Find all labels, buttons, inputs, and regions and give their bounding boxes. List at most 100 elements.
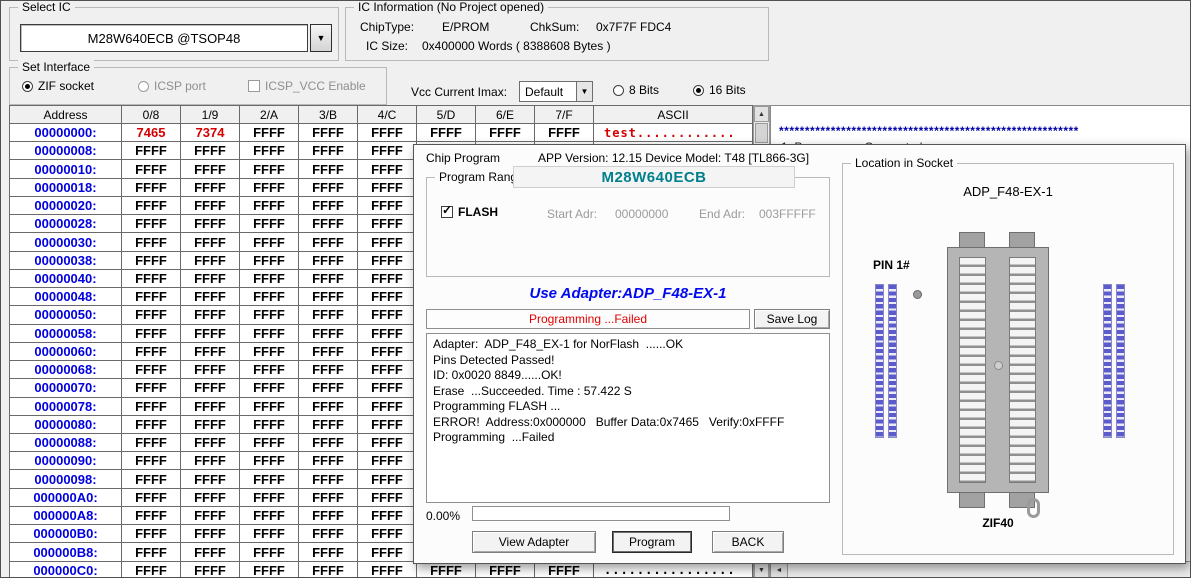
hex-cell[interactable]: FFFF — [240, 361, 299, 379]
hex-address[interactable]: 00000098: — [10, 470, 122, 488]
hex-cell[interactable]: FFFF — [122, 215, 181, 233]
hex-cell[interactable]: 7465 — [122, 124, 181, 142]
hex-cell[interactable]: FFFF — [240, 416, 299, 434]
hex-cell[interactable]: FFFF — [181, 142, 240, 160]
hex-cell[interactable]: FFFF — [358, 288, 417, 306]
hex-cell[interactable]: FFFF — [358, 434, 417, 452]
hex-cell[interactable]: FFFF — [122, 470, 181, 488]
hex-cell[interactable]: FFFF — [122, 252, 181, 270]
hex-cell[interactable]: FFFF — [181, 452, 240, 470]
hex-cell[interactable]: FFFF — [240, 124, 299, 142]
hex-cell[interactable]: FFFF — [181, 306, 240, 324]
hex-cell[interactable]: FFFF — [476, 124, 535, 142]
hex-cell[interactable]: FFFF — [299, 306, 358, 324]
hex-cell[interactable]: FFFF — [358, 398, 417, 416]
hex-address[interactable]: 00000020: — [10, 197, 122, 215]
hex-cell[interactable]: 7374 — [181, 124, 240, 142]
hex-cell[interactable]: FFFF — [181, 379, 240, 397]
hex-cell[interactable]: FFFF — [358, 252, 417, 270]
hex-cell[interactable]: FFFF — [122, 197, 181, 215]
hex-cell[interactable]: FFFF — [181, 343, 240, 361]
hex-address[interactable]: 00000070: — [10, 379, 122, 397]
hex-cell[interactable]: FFFF — [358, 179, 417, 197]
hex-cell[interactable]: FFFF — [299, 288, 358, 306]
hex-cell[interactable]: FFFF — [299, 489, 358, 507]
hex-cell[interactable]: FFFF — [122, 343, 181, 361]
hex-cell[interactable]: FFFF — [535, 124, 594, 142]
hex-cell[interactable]: FFFF — [358, 124, 417, 142]
hex-cell[interactable]: FFFF — [299, 470, 358, 488]
hex-cell[interactable]: FFFF — [358, 470, 417, 488]
hex-cell[interactable]: FFFF — [240, 379, 299, 397]
hex-address[interactable]: 00000038: — [10, 252, 122, 270]
hex-cell[interactable]: FFFF — [240, 233, 299, 251]
hex-cell[interactable]: FFFF — [122, 543, 181, 561]
hex-cell[interactable]: FFFF — [122, 361, 181, 379]
hex-address[interactable]: 00000010: — [10, 160, 122, 178]
vcc-imax-combo[interactable]: Default ▼ — [519, 81, 593, 102]
hex-cell[interactable]: FFFF — [358, 379, 417, 397]
hex-cell[interactable]: FFFF — [181, 361, 240, 379]
hex-cell[interactable]: FFFF — [122, 398, 181, 416]
icsp-vcc-checkbox[interactable]: ICSP_VCC Enable — [248, 79, 366, 93]
hex-cell[interactable]: FFFF — [240, 543, 299, 561]
hex-cell[interactable]: FFFF — [122, 489, 181, 507]
hex-address[interactable]: 000000A8: — [10, 507, 122, 525]
hex-cell[interactable]: FFFF — [122, 179, 181, 197]
hex-cell[interactable]: FFFF — [122, 325, 181, 343]
hex-address[interactable]: 00000068: — [10, 361, 122, 379]
hex-cell[interactable]: FFFF — [358, 270, 417, 288]
hex-address[interactable]: 00000080: — [10, 416, 122, 434]
hex-cell[interactable]: FFFF — [122, 434, 181, 452]
bits16-radio[interactable]: 16 Bits — [693, 83, 746, 97]
hex-cell[interactable]: FFFF — [358, 325, 417, 343]
hex-cell[interactable]: FFFF — [358, 233, 417, 251]
hex-cell[interactable]: FFFF — [122, 507, 181, 525]
hex-cell[interactable]: FFFF — [181, 325, 240, 343]
ascii-cell[interactable]: test............ — [594, 124, 753, 142]
hex-address[interactable]: 00000058: — [10, 325, 122, 343]
hex-cell[interactable]: FFFF — [240, 252, 299, 270]
flash-checkbox[interactable]: ✓ FLASH — [441, 205, 498, 219]
scroll-up-button[interactable]: ▲ — [754, 106, 769, 122]
hex-cell[interactable]: FFFF — [122, 160, 181, 178]
hex-cell[interactable]: FFFF — [358, 525, 417, 543]
hex-cell[interactable]: FFFF — [181, 434, 240, 452]
hex-cell[interactable]: FFFF — [358, 306, 417, 324]
hex-cell[interactable]: FFFF — [358, 343, 417, 361]
log-area[interactable]: Adapter: ADP_F48_EX-1 for NorFlash .....… — [426, 333, 830, 503]
hex-address[interactable]: 00000090: — [10, 452, 122, 470]
hex-cell[interactable]: FFFF — [181, 270, 240, 288]
hex-cell[interactable]: FFFF — [240, 470, 299, 488]
hex-address[interactable]: 00000028: — [10, 215, 122, 233]
hex-cell[interactable]: FFFF — [299, 434, 358, 452]
hex-cell[interactable]: FFFF — [299, 179, 358, 197]
hex-cell[interactable]: FFFF — [299, 543, 358, 561]
hex-cell[interactable]: FFFF — [358, 543, 417, 561]
ic-combo[interactable]: M28W640ECB @TSOP48 — [20, 24, 308, 52]
hex-cell[interactable]: FFFF — [122, 562, 181, 578]
hex-cell[interactable]: FFFF — [299, 525, 358, 543]
hex-cell[interactable]: FFFF — [240, 160, 299, 178]
hex-cell[interactable]: FFFF — [358, 361, 417, 379]
hex-cell[interactable]: FFFF — [181, 288, 240, 306]
hex-cell[interactable]: FFFF — [299, 215, 358, 233]
hex-address[interactable]: 00000078: — [10, 398, 122, 416]
hex-cell[interactable]: FFFF — [299, 270, 358, 288]
hex-cell[interactable]: FFFF — [240, 398, 299, 416]
scrollbar-thumb[interactable] — [755, 123, 768, 143]
hex-cell[interactable]: FFFF — [181, 470, 240, 488]
hex-cell[interactable]: FFFF — [299, 562, 358, 578]
hex-address[interactable]: 00000060: — [10, 343, 122, 361]
hex-cell[interactable]: FFFF — [122, 306, 181, 324]
hex-cell[interactable]: FFFF — [299, 452, 358, 470]
hex-cell[interactable]: FFFF — [299, 361, 358, 379]
hex-cell[interactable]: FFFF — [181, 562, 240, 578]
ic-combo-dropdown-button[interactable]: ▼ — [310, 24, 332, 52]
hex-cell[interactable]: FFFF — [299, 124, 358, 142]
hex-cell[interactable]: FFFF — [358, 160, 417, 178]
bits8-radio[interactable]: 8 Bits — [613, 83, 659, 97]
hex-address[interactable]: 00000040: — [10, 270, 122, 288]
hex-cell[interactable]: FFFF — [240, 306, 299, 324]
hex-cell[interactable]: FFFF — [240, 434, 299, 452]
